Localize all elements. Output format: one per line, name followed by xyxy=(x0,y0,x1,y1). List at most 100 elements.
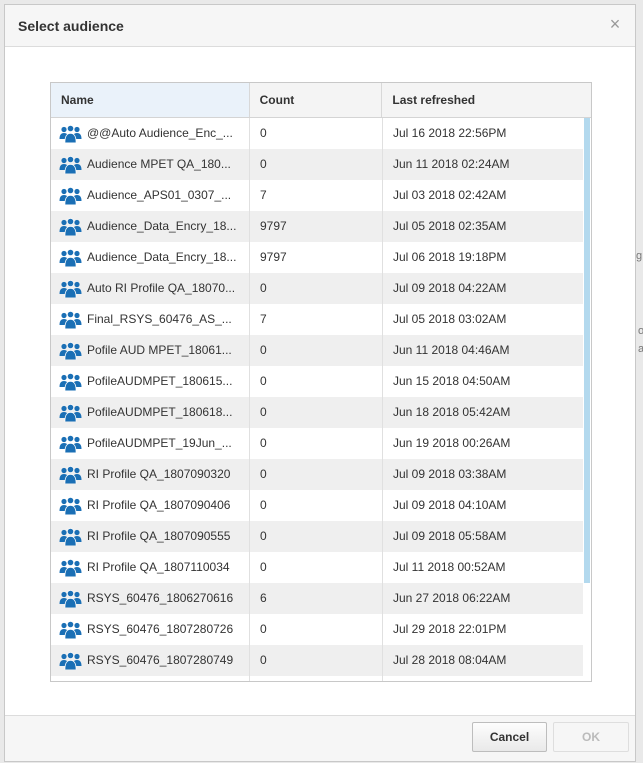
table-row[interactable]: RI Profile QA_1807090555 0 Jul 09 2018 05:… xyxy=(51,521,591,552)
cell-count: 0 xyxy=(250,273,383,304)
table-row[interactable]: @@Auto Audience_Enc_... 0 Jul 16 2018 22:5… xyxy=(51,118,591,149)
cell-last-refreshed: Jul 29 2018 22:01PM xyxy=(393,622,507,636)
table-row[interactable]: Final_RSYS_60476_AS_... 7 Jul 05 2018 03:0… xyxy=(51,304,591,335)
cell-name: RI Profile QA_1807110034 xyxy=(51,552,250,583)
ok-button[interactable]: OK xyxy=(553,722,629,752)
cell-last-refreshed: Jul 11 2018 00:52AM xyxy=(393,560,506,574)
table-row[interactable] xyxy=(51,676,591,681)
table-row[interactable]: Audience_Data_Encry_18... 9797 Jul 06 2018… xyxy=(51,242,591,273)
cell-count: 0 xyxy=(250,459,383,490)
cell-count: 7 xyxy=(250,304,383,335)
audience-group-icon xyxy=(59,621,82,639)
cell-name: Audience_APS01_0307_... xyxy=(51,180,250,211)
cell-name: Audience MPET QA_180... xyxy=(51,149,250,180)
cell-name: Audience_Data_Encry_18... xyxy=(51,211,250,242)
table-row[interactable]: PofileAUDMPET_180618... 0 Jun 18 2018 05:4… xyxy=(51,397,591,428)
cell-name: RSYS_60476_1807280749 xyxy=(51,645,250,676)
audience-name: PofileAUDMPET_180615... xyxy=(87,374,233,388)
audience-name: RI Profile QA_1807090320 xyxy=(87,467,231,481)
audience-group-icon xyxy=(59,125,82,143)
audience-group-icon xyxy=(59,466,82,484)
audience-name: Final_RSYS_60476_AS_... xyxy=(87,312,232,326)
audience-name: Audience_Data_Encry_18... xyxy=(87,250,237,264)
table-row[interactable]: RI Profile QA_1807090406 0 Jul 09 2018 04:… xyxy=(51,490,591,521)
close-icon[interactable]: × xyxy=(607,15,623,33)
cell-count: 0 xyxy=(250,366,383,397)
cell-count: 7 xyxy=(250,180,383,211)
table-row[interactable]: RSYS_60476_1806270616 6 Jun 27 2018 06:22A… xyxy=(51,583,591,614)
cell-last-refreshed: Jul 16 2018 22:56PM xyxy=(393,126,507,140)
cell-name: @@Auto Audience_Enc_... xyxy=(51,118,250,149)
cell-name xyxy=(51,676,250,681)
column-header-name[interactable]: Name xyxy=(51,83,250,117)
table-row[interactable]: RI Profile QA_1807110034 0 Jul 11 2018 00:… xyxy=(51,552,591,583)
cell-count: 6 xyxy=(250,583,383,614)
cell-count: 0 xyxy=(250,490,383,521)
table-body: @@Auto Audience_Enc_... 0 Jul 16 2018 22:5… xyxy=(51,118,591,681)
cell-count: 0 xyxy=(250,397,383,428)
cell-last-refreshed: Jul 09 2018 04:10AM xyxy=(393,498,507,512)
dialog-header: Select audience × xyxy=(5,5,635,47)
audience-name: RSYS_60476_1807280749 xyxy=(87,653,234,667)
cell-last-refreshed xyxy=(383,676,584,681)
table-row[interactable]: Audience_APS01_0307_... 7 Jul 03 2018 02:4… xyxy=(51,180,591,211)
cell-name: Auto RI Profile QA_18070... xyxy=(51,273,250,304)
audience-table: Name Count Last refreshed @@Auto Audienc… xyxy=(50,82,592,682)
scrollbar[interactable] xyxy=(583,118,591,681)
cancel-button[interactable]: Cancel xyxy=(472,722,547,752)
audience-name: Audience MPET QA_180... xyxy=(87,157,231,171)
table-row[interactable]: PofileAUDMPET_180615... 0 Jun 15 2018 04:5… xyxy=(51,366,591,397)
column-header-count[interactable]: Count xyxy=(250,83,383,117)
dialog-title: Select audience xyxy=(18,18,124,34)
audience-group-icon xyxy=(59,590,82,608)
select-audience-dialog: Select audience × Name Count Last refres… xyxy=(4,4,636,762)
table-row[interactable]: Audience_Data_Encry_18... 9797 Jul 05 2018… xyxy=(51,211,591,242)
cell-last-refreshed: Jun 19 2018 00:26AM xyxy=(393,436,511,450)
audience-name: Audience_Data_Encry_18... xyxy=(87,219,237,233)
cell-count xyxy=(250,676,383,681)
audience-group-icon xyxy=(59,280,82,298)
dialog-footer: Cancel OK xyxy=(5,715,635,761)
audience-name: RSYS_60476_1806270616 xyxy=(87,591,234,605)
table-row[interactable]: RSYS_60476_1807280726 0 Jul 29 2018 22:01P… xyxy=(51,614,591,645)
cell-last-refreshed: Jul 06 2018 19:18PM xyxy=(393,250,507,264)
cell-count: 0 xyxy=(250,552,383,583)
cell-last-refreshed: Jun 15 2018 04:50AM xyxy=(393,374,511,388)
cell-name: RSYS_60476_1807280726 xyxy=(51,614,250,645)
audience-group-icon xyxy=(59,156,82,174)
cell-name: PofileAUDMPET_19Jun_... xyxy=(51,428,250,459)
cell-name: RI Profile QA_1807090555 xyxy=(51,521,250,552)
audience-group-icon xyxy=(59,559,82,577)
table-row[interactable]: Auto RI Profile QA_18070... 0 Jul 09 2018 … xyxy=(51,273,591,304)
cell-last-refreshed: Jul 05 2018 02:35AM xyxy=(393,219,507,233)
audience-name: RSYS_60476_1807280726 xyxy=(87,622,234,636)
cell-count: 0 xyxy=(250,645,383,676)
table-row[interactable]: PofileAUDMPET_19Jun_... 0 Jun 19 2018 00:2… xyxy=(51,428,591,459)
cell-count: 9797 xyxy=(250,211,383,242)
background-fragment: o xyxy=(638,325,643,337)
cell-last-refreshed: Jun 11 2018 02:24AM xyxy=(393,157,510,171)
column-header-last-refreshed[interactable]: Last refreshed xyxy=(382,83,591,117)
audience-group-icon xyxy=(59,497,82,515)
cell-name: RI Profile QA_1807090320 xyxy=(51,459,250,490)
audience-name: RI Profile QA_1807090555 xyxy=(87,529,231,543)
cell-count: 0 xyxy=(250,614,383,645)
table-row[interactable]: Audience MPET QA_180... 0 Jun 11 2018 02:2… xyxy=(51,149,591,180)
table-row[interactable]: Pofile AUD MPET_18061... 0 Jun 11 2018 04:… xyxy=(51,335,591,366)
audience-group-icon xyxy=(59,652,82,670)
table-row[interactable]: RI Profile QA_1807090320 0 Jul 09 2018 03:… xyxy=(51,459,591,490)
table-row[interactable]: RSYS_60476_1807280749 0 Jul 28 2018 08:04A… xyxy=(51,645,591,676)
scrollbar-thumb[interactable] xyxy=(584,118,590,583)
audience-group-icon xyxy=(59,249,82,267)
background-fragment: g xyxy=(636,250,643,262)
cell-count: 0 xyxy=(250,428,383,459)
cell-name: PofileAUDMPET_180618... xyxy=(51,397,250,428)
audience-name: PofileAUDMPET_19Jun_... xyxy=(87,436,232,450)
cell-last-refreshed: Jul 28 2018 08:04AM xyxy=(393,653,507,667)
cell-last-refreshed: Jun 11 2018 04:46AM xyxy=(393,343,510,357)
audience-group-icon xyxy=(59,528,82,546)
cell-name: PofileAUDMPET_180615... xyxy=(51,366,250,397)
audience-group-icon xyxy=(59,435,82,453)
cell-count: 9797 xyxy=(250,242,383,273)
cell-name: RSYS_60476_1806270616 xyxy=(51,583,250,614)
